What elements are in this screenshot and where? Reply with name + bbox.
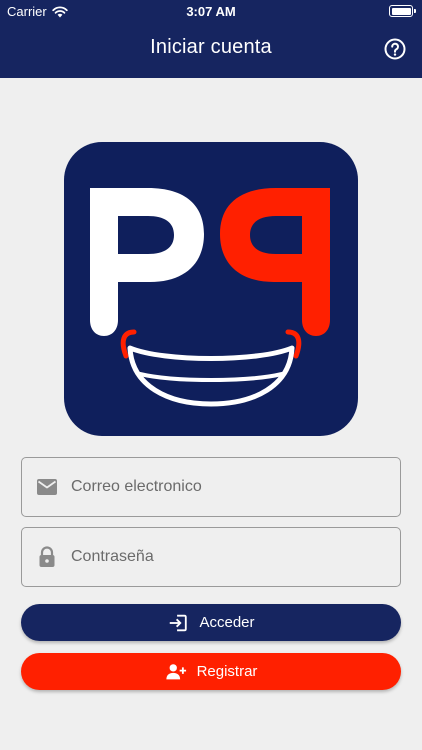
login-label: Acceder (199, 614, 255, 631)
battery-icon (389, 5, 416, 17)
logo-white-p (90, 188, 204, 336)
logo-graphic (90, 188, 330, 407)
login-button[interactable]: Acceder (21, 604, 401, 641)
register-label: Registrar (196, 663, 258, 680)
page-title: Iniciar cuenta (150, 36, 272, 58)
help-button[interactable] (384, 38, 406, 60)
add-user-icon (165, 663, 186, 679)
logo-red-p (220, 188, 330, 336)
app-logo (64, 142, 358, 436)
password-input[interactable] (71, 548, 371, 566)
status-bar: Carrier 3:07 AM (0, 0, 422, 22)
lock-icon (39, 546, 55, 567)
register-button[interactable]: Registrar (21, 653, 401, 690)
login-icon (170, 614, 188, 631)
help-circle-icon (384, 38, 406, 60)
email-input[interactable] (71, 478, 371, 496)
logo-smile-teeth-line (138, 372, 284, 382)
email-field[interactable] (21, 457, 401, 517)
app-header: Carrier 3:07 AM Iniciar cuenta (0, 0, 422, 78)
mail-icon (37, 479, 57, 495)
status-time: 3:07 AM (186, 4, 236, 19)
password-field[interactable] (21, 527, 401, 587)
